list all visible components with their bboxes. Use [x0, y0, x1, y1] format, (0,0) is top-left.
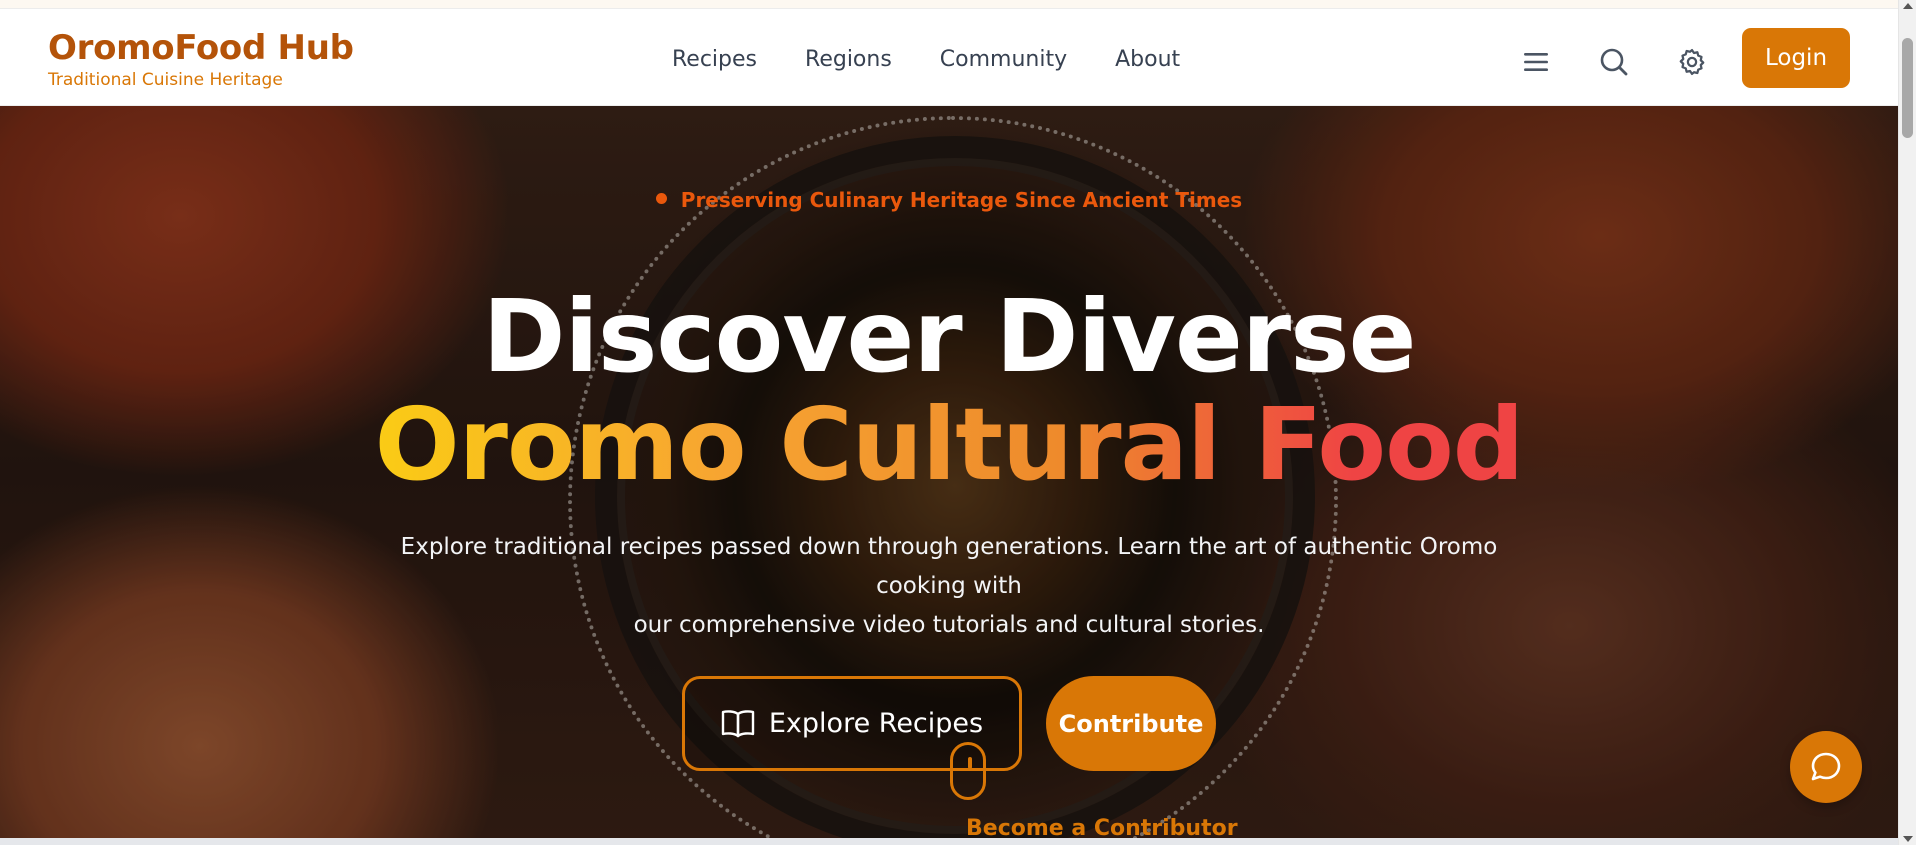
- hero-section: Preserving Culinary Heritage Since Ancie…: [0, 106, 1898, 838]
- hero-description: Explore traditional recipes passed down …: [360, 528, 1538, 645]
- login-button[interactable]: Login: [1742, 28, 1850, 88]
- hero-description-line1: Explore traditional recipes passed down …: [400, 534, 1498, 600]
- page-scrollbar[interactable]: [1898, 0, 1916, 845]
- chat-bubble-icon: [1811, 752, 1841, 781]
- browser-top-strip: [0, 0, 1898, 9]
- nav-link-about[interactable]: About: [1115, 47, 1180, 72]
- hero-title-line1: Discover Diverse: [482, 278, 1417, 395]
- hero-title-line2: Oromo Cultural Food: [371, 390, 1528, 500]
- search-button[interactable]: [1594, 42, 1634, 82]
- explore-recipes-label: Explore Recipes: [768, 708, 984, 739]
- tagline-dot-icon: [655, 193, 667, 204]
- bottom-strip: [0, 838, 1898, 845]
- main-nav: Recipes Regions Community About: [672, 47, 1180, 72]
- scroll-down-arrow-icon[interactable]: [1903, 836, 1913, 842]
- hero-description-line2: our comprehensive video tutorials and cu…: [633, 612, 1265, 639]
- brand-subtitle: Traditional Cuisine Heritage: [48, 70, 283, 91]
- scroll-mouse-icon: [950, 742, 986, 800]
- become-contributor-link[interactable]: Become a Contributor: [966, 816, 1238, 838]
- nav-link-regions[interactable]: Regions: [805, 47, 892, 72]
- book-open-icon: [721, 709, 755, 737]
- settings-button[interactable]: [1672, 42, 1712, 82]
- tagline-text: Preserving Culinary Heritage Since Ancie…: [680, 188, 1243, 212]
- hero-content: Preserving Culinary Heritage Since Ancie…: [0, 106, 1898, 838]
- top-navbar: OromoFood Hub Traditional Cuisine Herita…: [0, 9, 1898, 106]
- gear-icon: [1679, 49, 1705, 75]
- menu-icon: [1524, 53, 1548, 71]
- nav-link-community[interactable]: Community: [940, 47, 1067, 72]
- chat-button[interactable]: [1790, 731, 1862, 803]
- scroll-thumb[interactable]: [1902, 38, 1913, 138]
- nav-link-recipes[interactable]: Recipes: [672, 47, 757, 72]
- brand-title: OromoFood Hub: [48, 28, 354, 68]
- contribute-button[interactable]: Contribute: [1046, 676, 1216, 771]
- scroll-mouse-wheel: [968, 757, 972, 769]
- scroll-up-arrow-icon[interactable]: [1903, 3, 1913, 9]
- hero-title-line2-wrapper: Oromo Cultural Food: [0, 390, 1898, 500]
- hero-tagline: Preserving Culinary Heritage Since Ancie…: [0, 188, 1898, 212]
- search-icon: [1600, 48, 1628, 76]
- menu-button[interactable]: [1516, 42, 1556, 82]
- brand-logo[interactable]: OromoFood Hub Traditional Cuisine Herita…: [48, 28, 354, 91]
